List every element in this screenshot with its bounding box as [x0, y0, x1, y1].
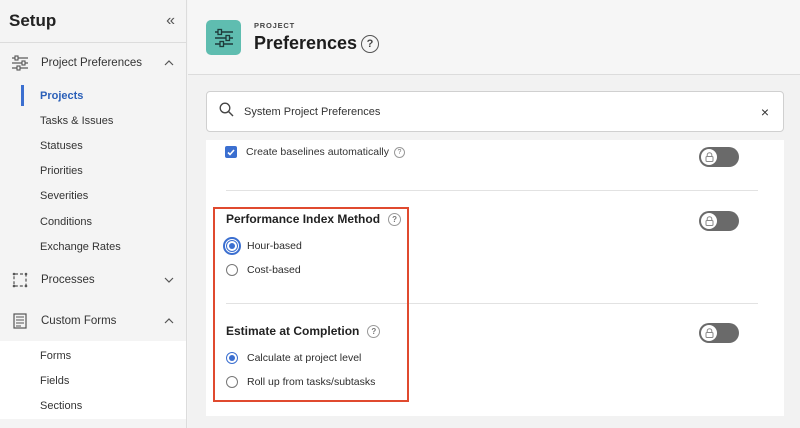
section-label: Custom Forms: [41, 314, 117, 327]
help-icon[interactable]: ?: [394, 146, 405, 158]
search-bar: ×: [206, 91, 784, 132]
estimate-lock-toggle[interactable]: [699, 323, 739, 343]
create-baselines-label: Create baselines automatically: [246, 146, 389, 158]
main-content: PROJECT Preferences ? × Create baselines…: [188, 0, 800, 428]
create-baselines-checkbox[interactable]: [225, 146, 237, 158]
sidebar-item-exchange-rates[interactable]: Exchange Rates: [0, 234, 186, 259]
sidebar-item-fields[interactable]: Fields: [0, 368, 186, 394]
process-icon: [10, 270, 30, 290]
sidebar-section-processes[interactable]: Processes: [0, 259, 186, 300]
sidebar-item-forms[interactable]: Forms: [0, 343, 186, 369]
radio-button[interactable]: [226, 352, 238, 364]
sliders-icon: [10, 53, 30, 73]
divider: [226, 303, 758, 304]
help-icon[interactable]: ?: [367, 324, 381, 338]
chevron-down-icon: [162, 273, 176, 287]
sidebar-section-custom-forms[interactable]: Custom Forms: [0, 300, 186, 341]
radio-button[interactable]: [226, 264, 238, 276]
sidebar-item-sections[interactable]: Sections: [0, 393, 186, 419]
lock-icon: [701, 325, 717, 341]
chevron-up-icon: [162, 56, 176, 70]
performance-index-method-title: Performance Index Method ?: [226, 212, 402, 226]
page-title: Preferences: [254, 33, 358, 53]
preferences-card: Create baselines automatically ? Perform…: [206, 140, 784, 416]
preferences-icon: [206, 20, 241, 55]
help-icon[interactable]: ?: [361, 35, 379, 53]
sidebar-section-project-preferences[interactable]: Project Preferences: [0, 43, 186, 83]
sidebar: Setup « Project Preferences Projects Tas…: [0, 0, 187, 428]
radio-cost-based[interactable]: Cost-based: [226, 264, 301, 276]
sidebar-item-tasks-issues[interactable]: Tasks & Issues: [0, 108, 186, 133]
search-input[interactable]: [244, 105, 761, 118]
radio-button[interactable]: [226, 376, 238, 388]
radio-button[interactable]: [223, 237, 241, 255]
radio-label: Roll up from tasks/subtasks: [247, 376, 376, 388]
radio-roll-up-from-tasks[interactable]: Roll up from tasks/subtasks: [226, 376, 375, 388]
radio-label: Cost-based: [247, 264, 301, 276]
sidebar-item-priorities[interactable]: Priorities: [0, 159, 186, 184]
divider: [226, 190, 758, 191]
performance-lock-toggle[interactable]: [699, 211, 739, 231]
lock-icon: [701, 213, 717, 229]
lock-toggle[interactable]: [699, 147, 739, 167]
help-icon[interactable]: ?: [388, 212, 402, 226]
radio-calculate-at-project-level[interactable]: Calculate at project level: [226, 352, 361, 364]
radio-label: Hour-based: [247, 240, 302, 252]
page-eyebrow: PROJECT: [254, 21, 296, 30]
estimate-at-completion-title: Estimate at Completion ?: [226, 324, 381, 338]
sidebar-item-conditions[interactable]: Conditions: [0, 209, 186, 234]
create-baselines-row: Create baselines automatically ?: [225, 146, 405, 158]
sidebar-item-projects[interactable]: Projects: [0, 83, 186, 108]
collapse-sidebar-icon[interactable]: «: [166, 12, 175, 30]
search-icon: [219, 102, 234, 122]
section-heading: Performance Index Method: [226, 212, 381, 226]
radio-label: Calculate at project level: [247, 352, 362, 364]
forms-submenu: Forms Fields Sections: [0, 341, 186, 419]
sidebar-title: Setup: [9, 11, 57, 30]
chevron-up-icon: [162, 314, 176, 328]
section-label: Project Preferences: [41, 57, 142, 69]
form-icon: [10, 311, 30, 331]
section-label: Processes: [41, 273, 95, 286]
lock-icon: [701, 149, 717, 165]
radio-hour-based[interactable]: Hour-based: [223, 237, 302, 255]
section-heading: Estimate at Completion: [226, 324, 360, 338]
clear-search-icon[interactable]: ×: [761, 104, 769, 120]
sidebar-item-statuses[interactable]: Statuses: [0, 133, 186, 158]
sidebar-item-severities[interactable]: Severities: [0, 184, 186, 209]
page-header: PROJECT Preferences ?: [188, 0, 800, 75]
sidebar-header: Setup «: [0, 0, 186, 43]
